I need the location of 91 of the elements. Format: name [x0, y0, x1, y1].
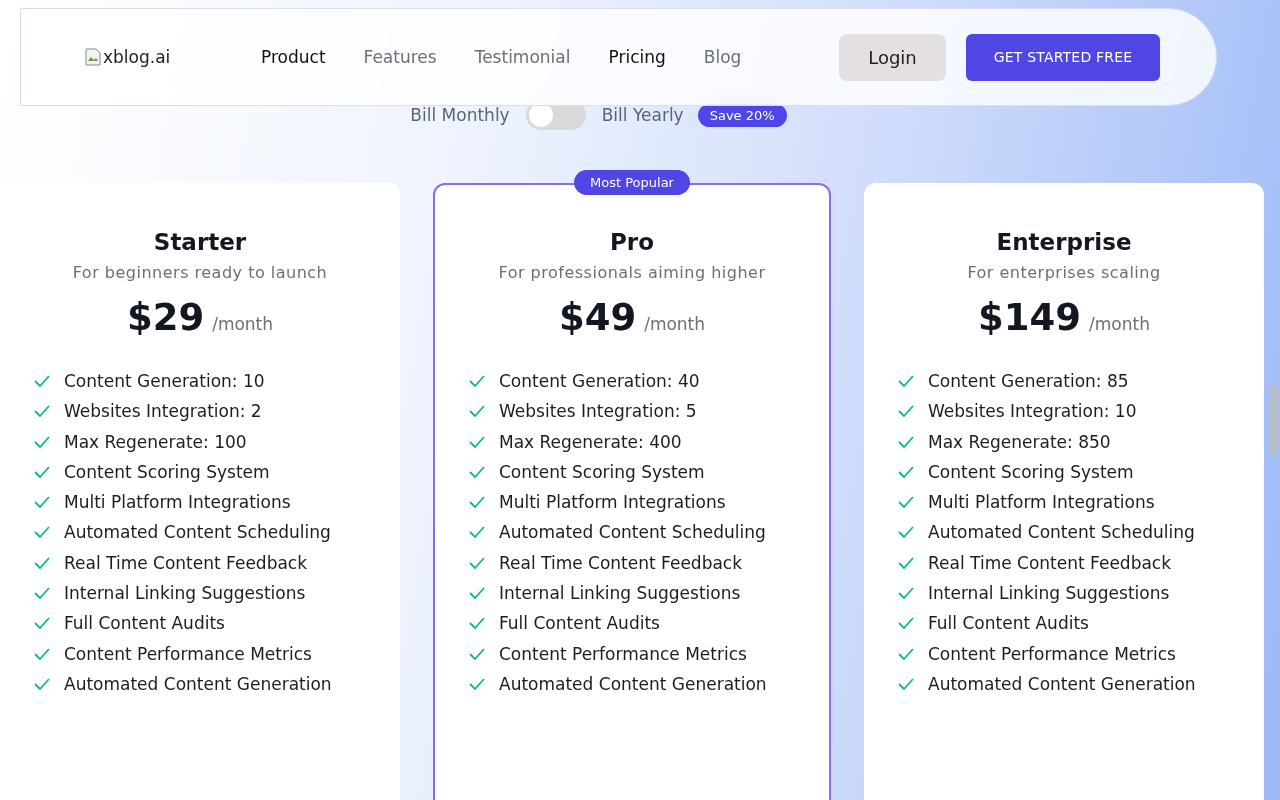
check-icon	[469, 556, 485, 569]
check-icon	[898, 405, 914, 418]
feature-text: Full Content Audits	[928, 613, 1089, 634]
check-icon	[34, 435, 50, 448]
plan-tagline: For beginners ready to launch	[72, 263, 328, 282]
feature-text: Automated Content Generation	[499, 673, 767, 694]
feature-text: Full Content Audits	[499, 613, 660, 634]
check-icon	[34, 526, 50, 539]
feature-text: Real Time Content Feedback	[64, 552, 308, 573]
feature-text: Internal Linking Suggestions	[499, 583, 741, 604]
feature-text: Automated Content Scheduling	[64, 522, 331, 543]
get-started-button[interactable]: GET STARTED FREE	[966, 33, 1160, 81]
feature-text: Max Regenerate: 850	[928, 431, 1111, 452]
plan-name: Pro	[610, 229, 654, 255]
check-icon	[898, 526, 914, 539]
feature-text: Websites Integration: 5	[499, 401, 697, 422]
feature-text: Multi Platform Integrations	[928, 492, 1155, 513]
plan-price: $29	[126, 296, 205, 339]
billing-label: Bill Yearly	[601, 105, 684, 125]
feature-text: Automated Content Scheduling	[928, 522, 1195, 543]
check-icon	[898, 587, 914, 600]
feature-text: Content Performance Metrics	[928, 643, 1176, 664]
check-icon	[34, 556, 50, 569]
check-icon	[898, 465, 914, 478]
check-icon	[34, 617, 50, 630]
feature-text: Automated Content Generation	[928, 673, 1196, 694]
check-icon	[898, 556, 914, 569]
check-icon	[898, 617, 914, 630]
check-icon	[34, 405, 50, 418]
feature-text: Real Time Content Feedback	[499, 552, 743, 573]
feature-text: Max Regenerate: 400	[499, 431, 682, 452]
feature-text: Max Regenerate: 100	[64, 431, 247, 452]
feature-text: Content Generation: 85	[928, 371, 1129, 391]
feature-text: Internal Linking Suggestions	[928, 583, 1170, 604]
check-icon	[898, 677, 914, 690]
nav-link[interactable]: Pricing	[608, 47, 666, 67]
feature-text: Content Performance Metrics	[64, 643, 312, 664]
feature-text: Content Generation: 10	[64, 371, 265, 391]
plan-tagline: For enterprises scaling	[967, 263, 1161, 282]
check-icon	[34, 647, 50, 660]
check-icon	[898, 435, 914, 448]
feature-text: Content Scoring System	[499, 461, 705, 482]
check-icon	[34, 496, 50, 509]
feature-text: Full Content Audits	[64, 613, 225, 634]
price-period: /month	[212, 314, 274, 334]
scrollbar-thumb[interactable]	[1269, 385, 1277, 455]
check-icon	[469, 405, 485, 418]
nav-link[interactable]: Features	[363, 47, 437, 67]
plan-price: $149	[978, 296, 1082, 339]
check-icon	[469, 496, 485, 509]
feature-text: Multi Platform Integrations	[499, 492, 726, 513]
feature-text: Automated Content Generation	[64, 673, 332, 694]
plan-name: Starter	[153, 229, 247, 255]
plan-name: Enterprise	[996, 229, 1132, 255]
feature-text: Internal Linking Suggestions	[64, 583, 306, 604]
price-period: /month	[644, 314, 706, 334]
nav-link[interactable]: Blog	[703, 47, 742, 67]
feature-text: Real Time Content Feedback	[928, 552, 1172, 573]
feature-text: Multi Platform Integrations	[64, 492, 291, 513]
login-button[interactable]: Login	[839, 33, 946, 81]
check-icon	[898, 496, 914, 509]
nav-link[interactable]: Product	[261, 47, 326, 67]
check-icon	[469, 587, 485, 600]
feature-text: Content Scoring System	[928, 461, 1134, 482]
check-icon	[469, 617, 485, 630]
check-icon	[469, 465, 485, 478]
plan-tagline: For professionals aiming higher	[498, 263, 766, 282]
check-icon	[898, 375, 914, 387]
billing-label: Bill Monthly	[410, 105, 510, 125]
feature-text: Content Scoring System	[64, 461, 270, 482]
check-icon	[34, 587, 50, 600]
price-period: /month	[1089, 314, 1150, 334]
check-icon	[34, 677, 50, 690]
feature-text: Websites Integration: 10	[928, 401, 1137, 422]
check-icon	[34, 465, 50, 478]
check-icon	[469, 526, 485, 539]
check-icon	[898, 647, 914, 660]
check-icon	[469, 435, 485, 448]
popular-badge: Most Popular	[574, 170, 690, 195]
check-icon	[469, 647, 485, 660]
check-icon	[469, 375, 485, 387]
nav-link[interactable]: Testimonial	[474, 47, 571, 67]
logo-text[interactable]: xblog.ai	[103, 47, 171, 67]
broken-image-icon	[85, 48, 101, 66]
feature-text: Automated Content Scheduling	[499, 522, 766, 543]
check-icon	[469, 677, 485, 690]
feature-text: Content Performance Metrics	[499, 643, 747, 664]
plan-price: $49	[558, 296, 637, 339]
feature-text: Content Generation: 40	[499, 371, 700, 391]
feature-text: Websites Integration: 2	[64, 401, 262, 422]
check-icon	[34, 375, 50, 387]
